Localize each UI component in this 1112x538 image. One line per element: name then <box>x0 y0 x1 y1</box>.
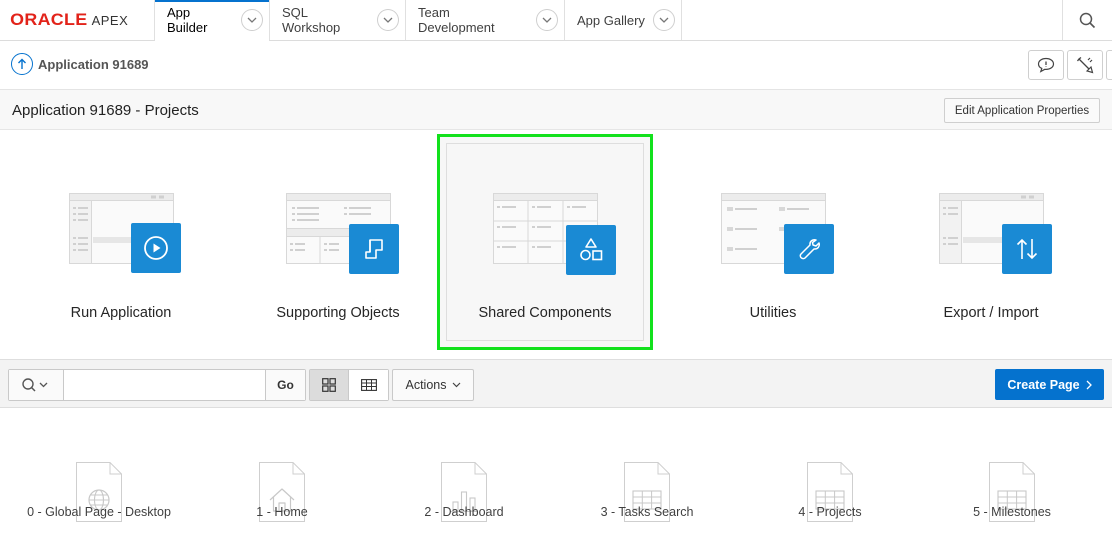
chevron-down-icon <box>452 382 460 388</box>
play-icon <box>131 223 181 273</box>
up-down-arrows-icon <box>1002 224 1052 274</box>
tab-label: Team Development <box>418 5 495 35</box>
tile-label: Supporting Objects <box>276 305 400 321</box>
actions-menu-button[interactable]: Actions <box>392 369 474 401</box>
page-label: 1 - Home <box>256 505 308 519</box>
page-label: 5 - Milestones <box>973 505 1051 519</box>
table-icon <box>360 379 377 391</box>
tab-sql-workshop[interactable]: SQL Workshop <box>270 0 406 40</box>
tile-label: Export / Import <box>943 305 1039 321</box>
page-label: 3 - Tasks Search <box>600 505 694 519</box>
oracle-wordmark: ORACLE <box>10 10 88 29</box>
oracle-apex-logo[interactable]: ORACLE APEX <box>0 0 155 40</box>
tile-shared-components[interactable]: Shared Components <box>437 134 653 350</box>
chevron-down-icon[interactable] <box>377 9 399 31</box>
tab-label: App Gallery <box>577 12 645 28</box>
report-view-button[interactable] <box>349 370 388 400</box>
feedback-icon[interactable] <box>1028 50 1064 80</box>
search-column-selector[interactable] <box>9 370 64 400</box>
page-item-1[interactable]: 1 - Home <box>192 462 372 528</box>
arrow-up-icon[interactable] <box>11 53 33 75</box>
page-label: 4 - Projects <box>798 505 862 519</box>
tile-utilities[interactable]: Utilities <box>668 137 878 347</box>
tile-label: Utilities <box>749 305 797 321</box>
tile-export-import[interactable]: Export / Import <box>886 137 1096 347</box>
more-icon[interactable] <box>1106 50 1112 80</box>
page-item-4[interactable]: 4 - Projects <box>740 462 920 528</box>
search-icon[interactable] <box>1062 0 1112 40</box>
tile-supporting-objects[interactable]: Supporting Objects <box>233 137 443 347</box>
page-item-3[interactable]: 3 - Tasks Search <box>557 462 737 528</box>
tab-team-development[interactable]: Team Development <box>406 0 565 40</box>
tab-label: SQL Workshop <box>282 5 341 35</box>
go-button[interactable]: Go <box>265 370 305 400</box>
wrench-icon <box>784 224 834 274</box>
apex-wordmark: APEX <box>91 12 129 28</box>
search-input[interactable] <box>64 370 265 400</box>
icon-view-button[interactable] <box>310 370 349 400</box>
tile-label: Shared Components <box>478 305 612 321</box>
create-page-button[interactable]: Create Page <box>995 369 1104 400</box>
pages-toolbar: Go Actions Create Page <box>0 359 1112 408</box>
view-toggle <box>309 369 389 401</box>
tab-app-gallery[interactable]: App Gallery <box>565 0 682 40</box>
scroll-icon <box>349 224 399 274</box>
tab-app-builder[interactable]: App Builder <box>155 0 270 41</box>
breadcrumb: Application 91689 <box>0 41 1112 90</box>
page-label: 2 - Dashboard <box>424 505 504 519</box>
chevron-down-icon[interactable] <box>536 9 558 31</box>
page-label: 0 - Global Page - Desktop <box>27 505 171 519</box>
top-navigation-bar: ORACLE APEX App Builder SQL Workshop Tea… <box>0 0 1112 41</box>
chevron-down-icon[interactable] <box>241 9 263 31</box>
tile-run-application[interactable]: Run Application <box>16 137 226 347</box>
chevron-down-icon[interactable] <box>652 9 675 31</box>
search-group: Go <box>8 369 306 401</box>
chevron-right-icon <box>1086 380 1092 389</box>
tab-label: App Builder <box>167 5 208 35</box>
tile-label: Run Application <box>70 305 172 321</box>
page-title: Application 91689 - Projects <box>12 102 199 119</box>
search-icon <box>22 378 48 392</box>
create-page-label: Create Page <box>1007 377 1080 392</box>
developer-tools-icon[interactable] <box>1067 50 1103 80</box>
edit-application-properties-button[interactable]: Edit Application Properties <box>944 98 1100 123</box>
page-item-2[interactable]: 2 - Dashboard <box>374 462 554 528</box>
shapes-icon <box>566 225 616 275</box>
breadcrumb-title[interactable]: Application 91689 <box>38 57 149 72</box>
page-item-5[interactable]: 5 - Milestones <box>922 462 1102 528</box>
page-item-0[interactable]: 0 - Global Page - Desktop <box>9 462 189 528</box>
grid-icon <box>322 378 336 392</box>
actions-label: Actions <box>405 378 447 392</box>
